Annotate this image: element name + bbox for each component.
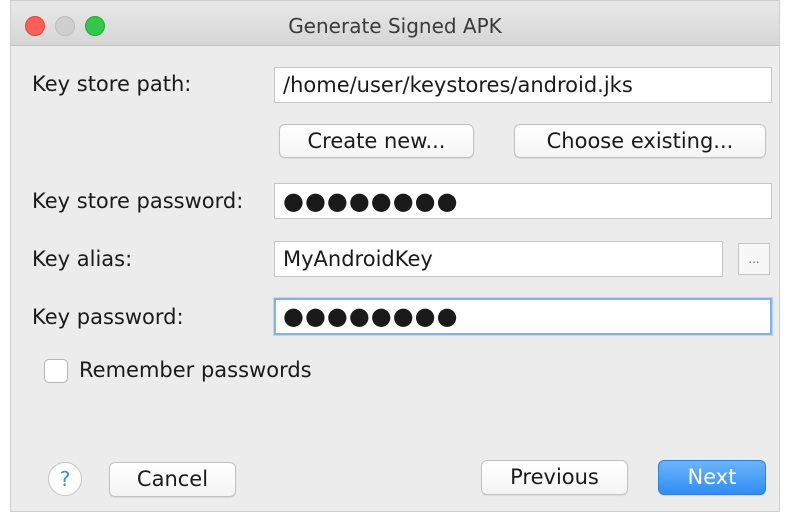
dialog-window: Generate Signed APK Key store path: /hom… [10, 0, 780, 512]
title-bar: Generate Signed APK [11, 1, 779, 46]
key-alias-field[interactable]: MyAndroidKey [274, 241, 723, 277]
cancel-button[interactable]: Cancel [109, 462, 236, 497]
key-store-path-label: Key store path: [32, 72, 192, 96]
key-store-path-field[interactable]: /home/user/keystores/android.jks [274, 67, 772, 103]
key-password-label: Key password: [32, 305, 184, 329]
key-store-password-label: Key store password: [32, 189, 244, 213]
key-password-field[interactable]: ●●●●●●●● [274, 298, 772, 335]
key-store-password-field[interactable]: ●●●●●●●● [274, 183, 772, 219]
key-alias-label: Key alias: [32, 247, 133, 271]
remember-passwords-checkbox[interactable] [44, 359, 68, 383]
next-button[interactable]: Next [658, 460, 766, 495]
create-new-button[interactable]: Create new... [279, 124, 474, 158]
previous-button[interactable]: Previous [481, 460, 628, 495]
remember-passwords-label[interactable]: Remember passwords [79, 358, 312, 382]
help-button[interactable]: ? [48, 462, 82, 496]
browse-alias-button[interactable]: ... [738, 243, 770, 275]
window-title: Generate Signed APK [288, 14, 502, 38]
choose-existing-button[interactable]: Choose existing... [514, 124, 766, 158]
